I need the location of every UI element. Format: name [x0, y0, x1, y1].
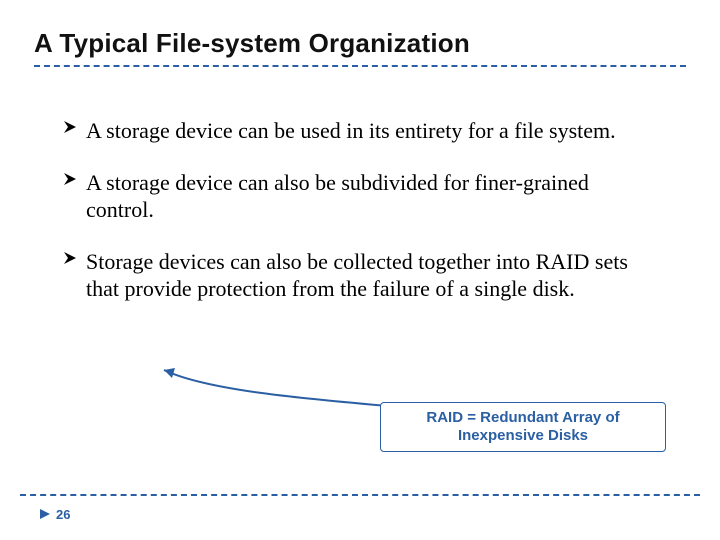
page-number: 26	[40, 507, 70, 522]
bullet-text: Storage devices can also be collected to…	[86, 249, 628, 302]
bullet-item: A storage device can also be subdivided …	[62, 169, 658, 224]
slide-body: A storage device can be used in its enti…	[34, 67, 686, 303]
bullet-item: Storage devices can also be collected to…	[62, 248, 658, 303]
bullet-arrow-icon	[62, 171, 82, 187]
page-number-value: 26	[56, 507, 70, 522]
footer-divider	[20, 494, 700, 496]
slide-title: A Typical File-system Organization	[34, 28, 686, 67]
bullet-item: A storage device can be used in its enti…	[62, 117, 658, 145]
page-number-triangle-icon	[40, 507, 50, 522]
slide: A Typical File-system Organization A sto…	[0, 0, 720, 540]
bullet-text: A storage device can be used in its enti…	[86, 118, 616, 143]
bullet-arrow-icon	[62, 250, 82, 266]
callout-text: RAID = Redundant Array of Inexpensive Di…	[391, 409, 655, 445]
bullet-text: A storage device can also be subdivided …	[86, 170, 589, 223]
bullet-arrow-icon	[62, 119, 82, 135]
raid-callout: RAID = Redundant Array of Inexpensive Di…	[380, 402, 666, 452]
